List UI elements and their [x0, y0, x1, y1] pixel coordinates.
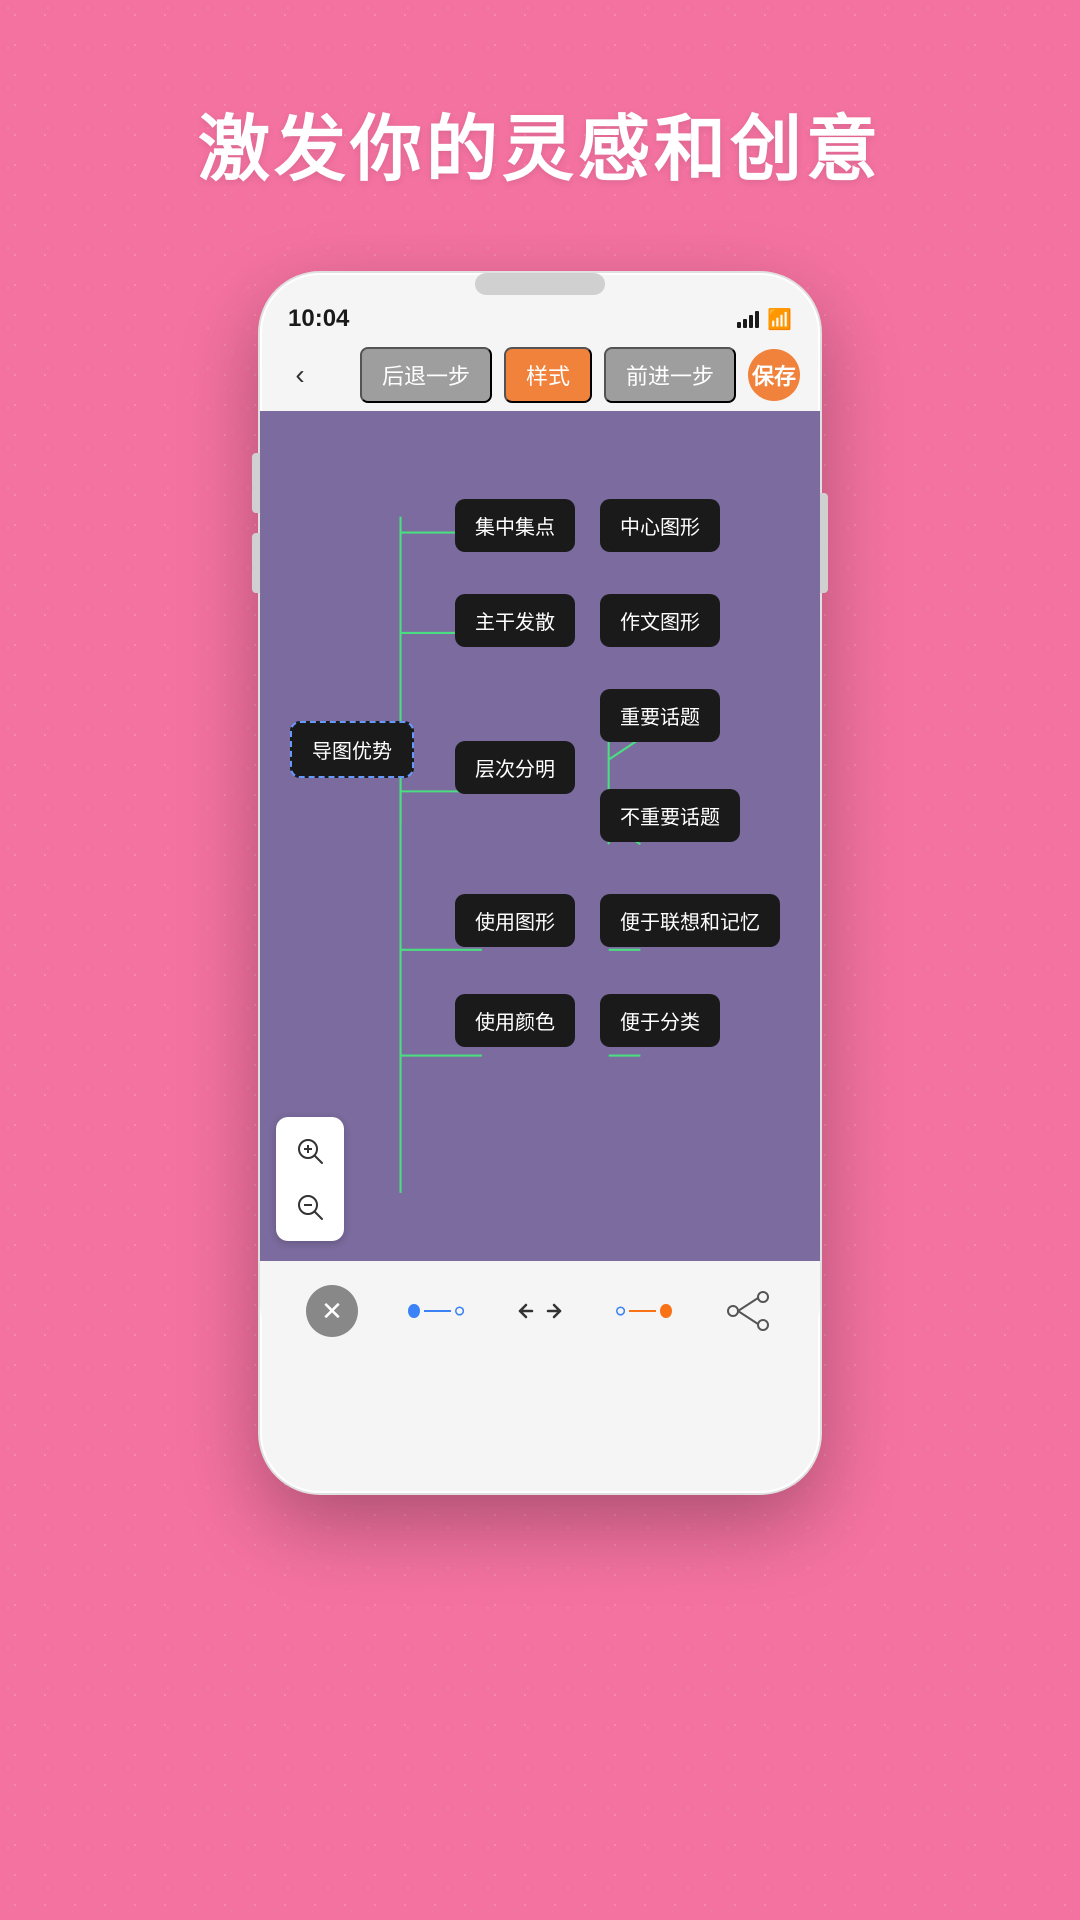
zoom-in-button[interactable] — [284, 1125, 336, 1177]
child-node-3-2[interactable]: 不重要话题 — [600, 789, 740, 842]
phone-frame: 10:04 📶 ‹ 后退一步 样式 前进一步 保存 — [260, 273, 820, 1493]
child-node-4-1[interactable]: 便于联想和记忆 — [600, 894, 780, 947]
branch-node-1[interactable]: 集中集点 — [455, 499, 575, 552]
status-bar: 10:04 📶 — [260, 295, 820, 339]
collapse-button[interactable] — [512, 1283, 568, 1339]
center-node[interactable]: 导图优势 — [290, 721, 414, 778]
child-node-2-1[interactable]: 作文图形 — [600, 594, 720, 647]
signal-icon — [737, 310, 759, 328]
undo-button[interactable]: 后退一步 — [360, 347, 492, 403]
connector-right-button[interactable] — [616, 1283, 672, 1339]
canvas-area[interactable]: 导图优势 集中集点 中心图形 主干发散 作文图形 层次分明 重要话题 不重要话题… — [260, 411, 820, 1261]
back-button[interactable]: ‹ — [280, 359, 320, 391]
branch-node-5[interactable]: 使用颜色 — [455, 994, 575, 1047]
child-node-3-1[interactable]: 重要话题 — [600, 689, 720, 742]
status-icons: 📶 — [737, 307, 792, 332]
toolbar: ‹ 后退一步 样式 前进一步 保存 — [260, 339, 820, 411]
close-button[interactable]: ✕ — [304, 1283, 360, 1339]
phone-notch — [475, 273, 605, 295]
redo-button[interactable]: 前进一步 — [604, 347, 736, 403]
branch-node-2[interactable]: 主干发散 — [455, 594, 575, 647]
branch-node-3[interactable]: 层次分明 — [455, 741, 575, 794]
status-time: 10:04 — [288, 305, 349, 333]
zoom-controls — [276, 1117, 344, 1241]
save-button[interactable]: 保存 — [748, 349, 800, 401]
child-node-5-1[interactable]: 便于分类 — [600, 994, 720, 1047]
connector-left-button[interactable] — [408, 1283, 464, 1339]
wifi-icon: 📶 — [767, 307, 792, 332]
style-button[interactable]: 样式 — [504, 347, 592, 403]
child-node-1-1[interactable]: 中心图形 — [600, 499, 720, 552]
branch-node-4[interactable]: 使用图形 — [455, 894, 575, 947]
bottom-toolbar: ✕ — [260, 1261, 820, 1361]
headline: 激发你的灵感和创意 — [0, 0, 1080, 255]
zoom-out-button[interactable] — [284, 1181, 336, 1233]
share-button[interactable] — [720, 1283, 776, 1339]
